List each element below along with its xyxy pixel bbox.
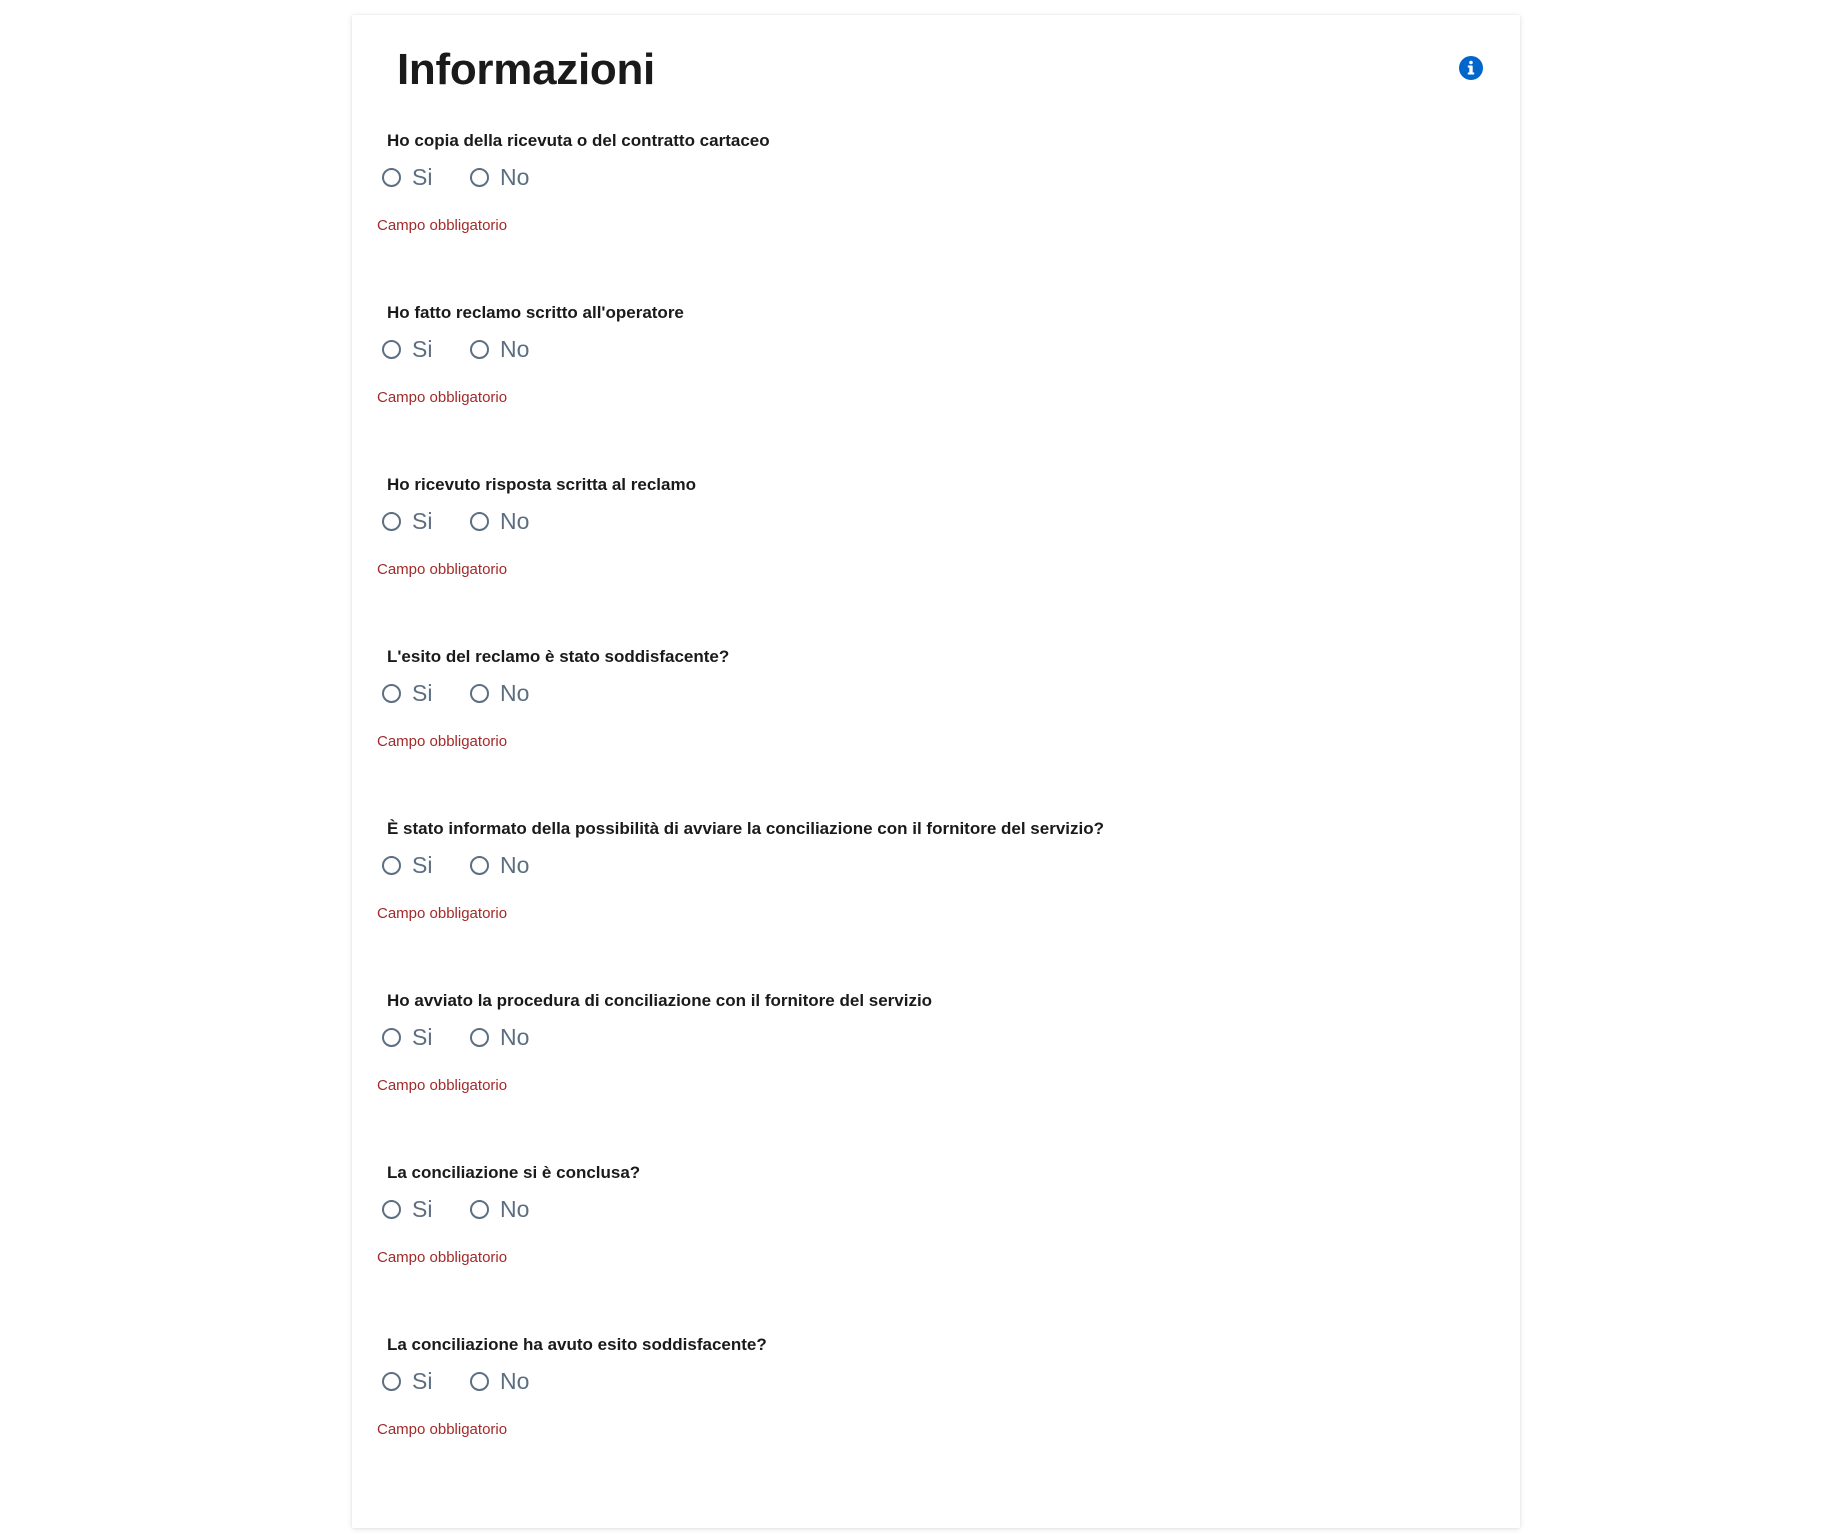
radio-label-no: No xyxy=(500,164,530,190)
radio-label-no: No xyxy=(500,1196,530,1222)
radio-option-si[interactable]: Si xyxy=(382,1366,432,1396)
radio-button[interactable] xyxy=(470,339,489,359)
radio-label-si: Si xyxy=(412,1196,433,1222)
page-title: Informazioni xyxy=(397,45,655,94)
radio-option-si[interactable]: Si xyxy=(382,162,432,192)
required-field-error: Campo obbligatorio xyxy=(377,389,508,406)
required-field-error: Campo obbligatorio xyxy=(377,561,508,578)
question-group: Ho copia della ricevuta o del contratto … xyxy=(352,129,1520,301)
required-field-error: Campo obbligatorio xyxy=(377,1077,508,1094)
radio-option-si[interactable]: Si xyxy=(382,1022,432,1052)
required-field-error: Campo obbligatorio xyxy=(377,1249,508,1266)
question-label: La conciliazione ha avuto esito soddisfa… xyxy=(387,1335,767,1354)
question-label: Ho avviato la procedura di conciliazione… xyxy=(387,991,933,1010)
required-field-error: Campo obbligatorio xyxy=(377,1421,508,1438)
radio-label-si: Si xyxy=(412,336,433,362)
radio-button[interactable] xyxy=(382,511,401,531)
question-label: Ho fatto reclamo scritto all'operatore xyxy=(387,303,684,322)
radio-option-si[interactable]: Si xyxy=(382,1194,432,1224)
question-group: È stato informato della possibilità di a… xyxy=(352,817,1520,989)
question-group: Ho fatto reclamo scritto all'operatore Si… xyxy=(352,301,1520,473)
radio-option-si[interactable]: Si xyxy=(382,334,432,364)
question-label: L'esito del reclamo è stato soddisfacent… xyxy=(387,647,730,666)
radio-button[interactable] xyxy=(382,1199,401,1219)
radio-button[interactable] xyxy=(382,167,401,187)
radio-label-si: Si xyxy=(412,164,433,190)
info-circle-icon[interactable] xyxy=(1458,55,1484,81)
radio-option-si[interactable]: Si xyxy=(382,678,432,708)
radio-label-si: Si xyxy=(412,680,433,706)
question-group: Ho ricevuto risposta scritta al reclamo S… xyxy=(352,473,1520,645)
radio-option-no[interactable]: No xyxy=(470,334,529,364)
radio-button[interactable] xyxy=(470,1371,489,1391)
radio-option-no[interactable]: No xyxy=(470,1194,529,1224)
radio-label-no: No xyxy=(500,852,530,878)
question-label: Ho ricevuto risposta scritta al reclamo xyxy=(387,475,696,494)
radio-option-no[interactable]: No xyxy=(470,162,529,192)
radio-label-no: No xyxy=(500,508,530,534)
required-field-error: Campo obbligatorio xyxy=(377,905,508,922)
question-group: La conciliazione si è conclusa? Si No Campo… xyxy=(352,1161,1520,1333)
question-label: È stato informato della possibilità di a… xyxy=(387,819,1105,838)
radio-button[interactable] xyxy=(382,1371,401,1391)
radio-label-no: No xyxy=(500,680,530,706)
radio-option-no[interactable]: No xyxy=(470,1366,529,1396)
radio-label-si: Si xyxy=(412,508,433,534)
question-group: L'esito del reclamo è stato soddisfacent… xyxy=(352,645,1520,817)
radio-button[interactable] xyxy=(382,1027,401,1047)
radio-option-no[interactable]: No xyxy=(470,506,529,536)
radio-button[interactable] xyxy=(470,855,489,875)
required-field-error: Campo obbligatorio xyxy=(377,217,508,234)
card-header: Informazioni xyxy=(352,15,1520,115)
radio-option-no[interactable]: No xyxy=(470,1022,529,1052)
radio-option-no[interactable]: No xyxy=(470,678,529,708)
radio-label-si: Si xyxy=(412,852,433,878)
info-circle-icon-graphic xyxy=(1459,56,1483,80)
question-label: Ho copia della ricevuta o del contratto … xyxy=(387,131,770,150)
radio-option-no[interactable]: No xyxy=(470,850,529,880)
radio-button[interactable] xyxy=(470,683,489,703)
radio-button[interactable] xyxy=(470,167,489,187)
radio-button[interactable] xyxy=(382,339,401,359)
radio-button[interactable] xyxy=(470,511,489,531)
question-label: La conciliazione si è conclusa? xyxy=(387,1163,641,1182)
question-group: La conciliazione ha avuto esito soddisfa… xyxy=(352,1333,1520,1505)
radio-button[interactable] xyxy=(382,855,401,875)
required-field-error: Campo obbligatorio xyxy=(377,733,508,750)
radio-label-no: No xyxy=(500,336,530,362)
radio-button[interactable] xyxy=(470,1027,489,1047)
question-group: Ho avviato la procedura di conciliazione… xyxy=(352,989,1520,1161)
radio-option-si[interactable]: Si xyxy=(382,850,432,880)
radio-option-si[interactable]: Si xyxy=(382,506,432,536)
radio-label-si: Si xyxy=(412,1368,433,1394)
radio-label-no: No xyxy=(500,1024,530,1050)
radio-label-si: Si xyxy=(412,1024,433,1050)
radio-button[interactable] xyxy=(470,1199,489,1219)
information-card: Informazioni Ho copia della ricevuta o d… xyxy=(352,15,1520,1528)
radio-button[interactable] xyxy=(382,683,401,703)
radio-label-no: No xyxy=(500,1368,530,1394)
